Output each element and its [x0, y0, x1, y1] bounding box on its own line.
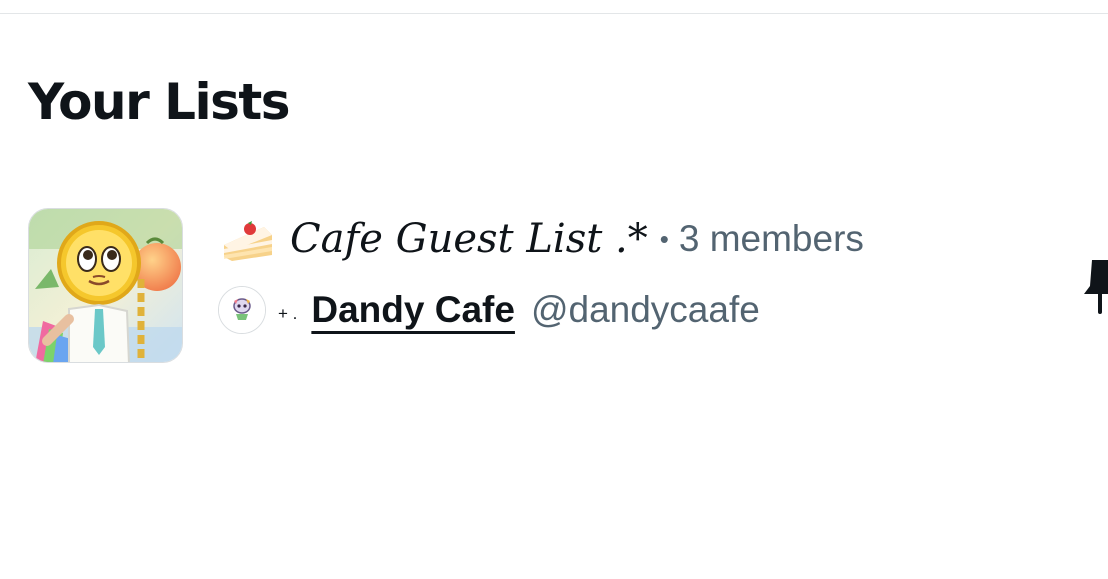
list-name-line: Cafe Guest List .* • 3 members: [220, 210, 864, 268]
top-divider: [0, 13, 1108, 14]
owner-avatar[interactable]: [218, 286, 266, 334]
owner-display-name[interactable]: Dandy Cafe: [311, 289, 515, 331]
list-item[interactable]: Cafe Guest List .* • 3 members + . Dandy…: [0, 190, 1108, 380]
cake-icon: [220, 215, 276, 263]
separator-dot: •: [659, 223, 669, 254]
section-title: Your Lists: [28, 73, 291, 131]
pin-icon: [1084, 260, 1108, 314]
pin-button[interactable]: [1080, 258, 1108, 316]
list-owner: + . Dandy Cafe @dandycaafe: [218, 282, 760, 338]
list-cover-image: [28, 208, 183, 363]
owner-handle[interactable]: @dandycaafe: [531, 289, 760, 331]
member-count: 3 members: [678, 218, 864, 259]
list-name: Cafe Guest List .*: [290, 216, 648, 262]
owner-name-prefix: + .: [278, 304, 298, 323]
